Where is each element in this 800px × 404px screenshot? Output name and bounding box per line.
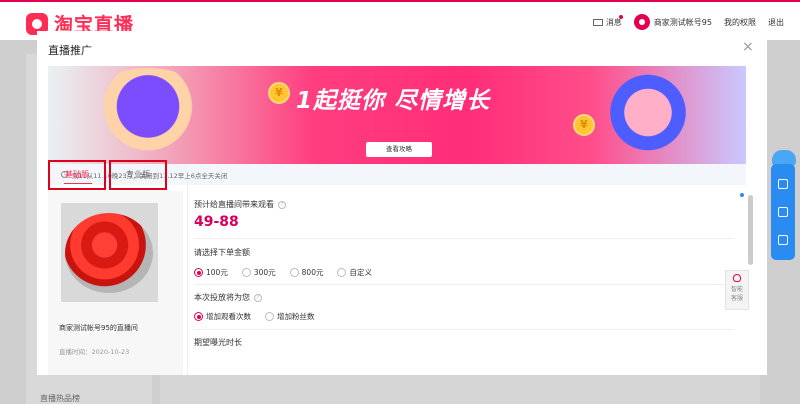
header-right-menu: 消息 商家测试帐号95 我的权限 退出 [592, 14, 784, 30]
live-time-label: 直播时间： [59, 348, 92, 356]
radio [265, 312, 274, 321]
amount-option-100[interactable]: 100元 [194, 267, 228, 278]
column-divider [187, 183, 188, 375]
messages-link[interactable]: 消息 [592, 14, 623, 28]
amount-option-label: 自定义 [349, 268, 372, 277]
floating-toolbar [771, 164, 795, 260]
duration-label: 期望曝光时长 [194, 338, 242, 347]
view-guide-button[interactable]: 查看攻略 [366, 142, 432, 157]
modal-title: 直播推广 [48, 44, 92, 57]
version-tabs: 基础版 专业版 [48, 160, 746, 190]
edit-icon[interactable] [778, 235, 788, 245]
radio [241, 268, 251, 277]
promotion-form: 预计给直播间带来观看 ? 49-88 请选择下单金额 100元 300元 800… [194, 191, 734, 375]
promo-banner[interactable]: ¥ ¥ 1起挺你 尽情增长 查看攻略 [48, 66, 746, 164]
scroll-indicator-dot [740, 193, 744, 197]
amount-options: 100元 300元 800元 自定义 [194, 267, 372, 278]
smart-customer-service-button[interactable]: 智能 客服 [725, 270, 749, 310]
live-time: 直播时间：2020-10-23 [59, 346, 129, 356]
help-icon[interactable]: ? [278, 200, 286, 209]
estimate-label: 预计给直播间带来观看 [194, 200, 274, 209]
divider [194, 284, 734, 285]
coin-icon: ¥ [573, 114, 595, 136]
radio-selected [194, 312, 203, 321]
goal-label: 本次投放将为您 [194, 293, 250, 302]
chat-icon[interactable] [778, 207, 788, 217]
amount-option-custom[interactable]: 自定义 [337, 267, 372, 278]
divider [194, 238, 734, 239]
headset-icon [733, 274, 741, 282]
banner-character-illustration-right [588, 72, 708, 162]
sidebar-item-hot-products: 直播热品榜 [40, 394, 80, 403]
amount-option-label: 100元 [206, 268, 228, 277]
close-icon[interactable]: × [742, 40, 754, 54]
goal-option-views[interactable]: 增加观看次数 [194, 311, 251, 322]
goal-option-label: 增加观看次数 [206, 312, 251, 321]
live-promotion-modal: 直播推广 × ¥ ¥ 1起挺你 尽情增长 查看攻略 ! 双11从11.10晚23… [37, 31, 767, 375]
bell-icon[interactable] [778, 179, 788, 189]
live-room-cover-image [61, 203, 158, 302]
radio [337, 268, 347, 277]
radio-selected [194, 268, 203, 277]
estimate-label-row: 预计给直播间带来观看 ? [194, 199, 286, 210]
amount-option-800[interactable]: 800元 [289, 267, 324, 278]
divider [194, 329, 734, 330]
banner-character-illustration [78, 68, 218, 164]
live-room-name: 商家测试帐号95的直播间 [59, 324, 138, 332]
radio [289, 268, 299, 277]
tab-pro[interactable]: 专业版 [109, 160, 167, 190]
live-time-value: 2020-10-23 [91, 348, 130, 356]
avatar [633, 14, 650, 30]
scrollbar-thumb[interactable] [748, 195, 753, 265]
unread-dot [618, 14, 623, 19]
my-permissions-link[interactable]: 我的权限 [724, 17, 756, 28]
account-menu[interactable]: 商家测试帐号95 [633, 14, 712, 30]
account-name: 商家测试帐号95 [653, 17, 712, 27]
banner-slogan: 1起挺你 尽情增长 [296, 88, 491, 114]
mail-icon [592, 18, 603, 26]
customer-service-line1: 智能 [730, 286, 743, 293]
tab-basic[interactable]: 基础版 [48, 160, 106, 190]
logout-link[interactable]: 退出 [768, 17, 784, 28]
help-icon[interactable]: ? [254, 293, 262, 302]
duration-label-row: 期望曝光时长 [194, 337, 242, 348]
amount-option-label: 300元 [253, 268, 276, 277]
estimate-value: 49-88 [194, 214, 239, 230]
goal-option-fans[interactable]: 增加粉丝数 [265, 311, 315, 322]
coin-icon: ¥ [268, 82, 290, 104]
cherry-bowl-image [65, 213, 153, 293]
customer-service-line2: 客服 [730, 295, 743, 302]
goal-option-label: 增加粉丝数 [277, 312, 315, 321]
amount-option-label: 800元 [301, 268, 324, 277]
amount-option-300[interactable]: 300元 [241, 267, 276, 278]
amount-label-row: 请选择下单金额 [194, 247, 250, 258]
live-room-card: 商家测试帐号95的直播间 直播时间：2020-10-23 [48, 191, 183, 375]
goal-options: 增加观看次数 增加粉丝数 [194, 311, 315, 322]
amount-label: 请选择下单金额 [194, 248, 250, 257]
goal-label-row: 本次投放将为您 ? [194, 292, 262, 303]
